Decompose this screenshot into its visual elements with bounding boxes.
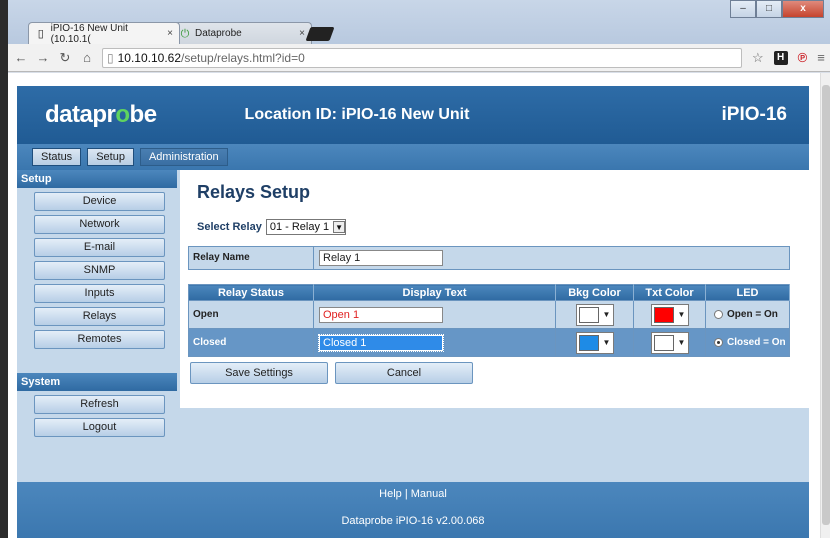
app-footer: Help | Manual Dataprobe iPIO-16 v2.00.06…: [17, 482, 809, 538]
sidebar-item-email[interactable]: E-mail: [34, 238, 165, 257]
tab-setup[interactable]: Setup: [87, 148, 134, 166]
col-txt-color: Txt Color: [633, 284, 706, 301]
txt-color-picker[interactable]: ▼: [650, 303, 689, 326]
color-swatch: [653, 334, 674, 351]
table-row: Closed Closed 1 ▼ ▼ Closed = On: [188, 328, 790, 357]
color-swatch: [653, 306, 674, 323]
tab-title: iPIO-16 New Unit (10.10.1(: [50, 22, 128, 45]
sidebar-item-remotes[interactable]: Remotes: [34, 330, 165, 349]
bkg-color-picker[interactable]: ▼: [575, 331, 614, 354]
relay-name-input[interactable]: Relay 1: [319, 250, 443, 266]
select-relay-row: Select Relay 01 - Relay 1 ▼: [197, 219, 347, 235]
table-row: Open Open 1 ▼ ▼ Open = On: [188, 300, 790, 329]
address-bar[interactable]: ▯ 10.10.10.62 /setup/relays.html?id=0: [102, 47, 742, 68]
sidebar-item-network[interactable]: Network: [34, 215, 165, 234]
display-text-input[interactable]: Open 1: [319, 306, 443, 323]
bookmark-star-icon[interactable]: ☆: [752, 50, 764, 66]
col-led: LED: [705, 284, 790, 301]
relay-select[interactable]: 01 - Relay 1 ▼: [265, 219, 347, 235]
col-bkg-color: Bkg Color: [555, 284, 634, 301]
save-settings-button[interactable]: Save Settings: [190, 362, 328, 384]
sidebar-item-relays[interactable]: Relays: [34, 307, 165, 326]
relay-status-label: Open: [188, 300, 314, 329]
main-nav: Status Setup Administration: [17, 144, 809, 170]
sidebar: Setup Device Network E-mail SNMP Inputs …: [17, 170, 177, 482]
col-display-text: Display Text: [313, 284, 556, 301]
dataprobe-app: dataprobe Location ID: iPIO-16 New Unit …: [17, 86, 809, 538]
app-header: dataprobe Location ID: iPIO-16 New Unit …: [17, 86, 809, 144]
page-icon: ▯: [37, 27, 44, 40]
back-icon[interactable]: ←: [12, 50, 30, 65]
page-viewport: dataprobe Location ID: iPIO-16 New Unit …: [8, 73, 820, 538]
chevron-down-icon: ▼: [602, 310, 611, 319]
new-tab-button[interactable]: [305, 27, 335, 41]
url-path: /setup/relays.html?id=0: [181, 50, 305, 65]
relay-status-table: Relay Status Display Text Bkg Color Txt …: [188, 284, 790, 357]
relay-select-value: 01 - Relay 1: [269, 221, 330, 233]
browser-toolbar: ← → ↻ ⌂ ▯ 10.10.10.62 /setup/relays.html…: [8, 44, 830, 72]
footer-links[interactable]: Help | Manual: [17, 482, 809, 500]
bkg-color-picker[interactable]: ▼: [575, 303, 614, 326]
txt-color-picker[interactable]: ▼: [650, 331, 689, 354]
chevron-down-icon: ▼: [677, 338, 686, 347]
tab-title: Dataprobe: [195, 28, 242, 39]
main-content: Relays Setup Select Relay 01 - Relay 1 ▼…: [180, 170, 809, 408]
select-relay-label: Select Relay: [197, 221, 262, 233]
model-name: iPIO-16: [721, 104, 787, 125]
chevron-down-icon: ▼: [602, 338, 611, 347]
dataprobe-logo: dataprobe: [45, 101, 157, 128]
pinterest-icon[interactable]: ℗: [798, 50, 808, 65]
tab-dataprobe[interactable]: ⏻ Dataprobe ×: [172, 22, 312, 44]
col-relay-status: Relay Status: [188, 284, 314, 301]
sidebar-item-logout[interactable]: Logout: [34, 418, 165, 437]
page-icon: ▯: [107, 50, 114, 65]
power-icon: ⏻: [180, 27, 190, 40]
tab-status[interactable]: Status: [32, 148, 82, 166]
led-label: Closed = On: [727, 337, 786, 348]
relay-name-label: Relay Name: [189, 247, 314, 269]
color-swatch: [578, 306, 599, 323]
extension-h-icon[interactable]: H: [773, 50, 788, 65]
app-body: Setup Device Network E-mail SNMP Inputs …: [17, 170, 809, 482]
chevron-down-icon: ▼: [333, 221, 346, 233]
cancel-button[interactable]: Cancel: [335, 362, 473, 384]
tab-ipio[interactable]: ▯ iPIO-16 New Unit (10.10.1( ×: [28, 22, 180, 45]
led-option[interactable]: Open = On: [706, 309, 789, 320]
title-bar: ▯ iPIO-16 New Unit (10.10.1( × ⏻ Datapro…: [8, 0, 830, 45]
close-tab-icon[interactable]: ×: [299, 28, 305, 39]
location-id: Location ID: iPIO-16 New Unit: [244, 106, 470, 123]
led-label: Open = On: [727, 309, 778, 320]
close-tab-icon[interactable]: ×: [167, 28, 173, 39]
chevron-down-icon: ▼: [677, 310, 686, 319]
home-icon[interactable]: ⌂: [78, 50, 96, 65]
sidebar-heading-setup: Setup: [17, 170, 177, 188]
close-window-button[interactable]: x: [782, 0, 824, 18]
tab-administration[interactable]: Administration: [139, 148, 228, 166]
scrollbar-thumb[interactable]: [822, 85, 830, 525]
led-radio[interactable]: [714, 310, 723, 319]
maximize-button[interactable]: □: [756, 0, 782, 18]
minimize-button[interactable]: –: [730, 0, 756, 18]
sidebar-item-device[interactable]: Device: [34, 192, 165, 211]
version-text: Dataprobe iPIO-16 v2.00.068: [341, 515, 485, 527]
browser-window: ▯ iPIO-16 New Unit (10.10.1( × ⏻ Datapro…: [8, 0, 830, 538]
led-radio[interactable]: [714, 338, 723, 347]
reload-icon[interactable]: ↻: [56, 50, 74, 66]
forward-icon[interactable]: →: [34, 50, 52, 65]
relay-name-row: Relay Name Relay 1: [188, 246, 790, 270]
sidebar-item-refresh[interactable]: Refresh: [34, 395, 165, 414]
window-controls: – □ x: [730, 0, 824, 18]
display-text-input[interactable]: Closed 1: [318, 333, 444, 352]
sidebar-heading-system: System: [17, 373, 177, 391]
menu-icon[interactable]: ≡: [817, 50, 825, 65]
vertical-scrollbar[interactable]: [820, 73, 830, 538]
table-header-row: Relay Status Display Text Bkg Color Txt …: [188, 284, 790, 301]
page-title: Relays Setup: [197, 182, 311, 202]
relay-status-label: Closed: [188, 328, 314, 357]
sidebar-item-snmp[interactable]: SNMP: [34, 261, 165, 280]
led-option[interactable]: Closed = On: [706, 337, 789, 348]
color-swatch: [578, 334, 599, 351]
sidebar-item-inputs[interactable]: Inputs: [34, 284, 165, 303]
url-host: 10.10.10.62: [117, 50, 182, 65]
